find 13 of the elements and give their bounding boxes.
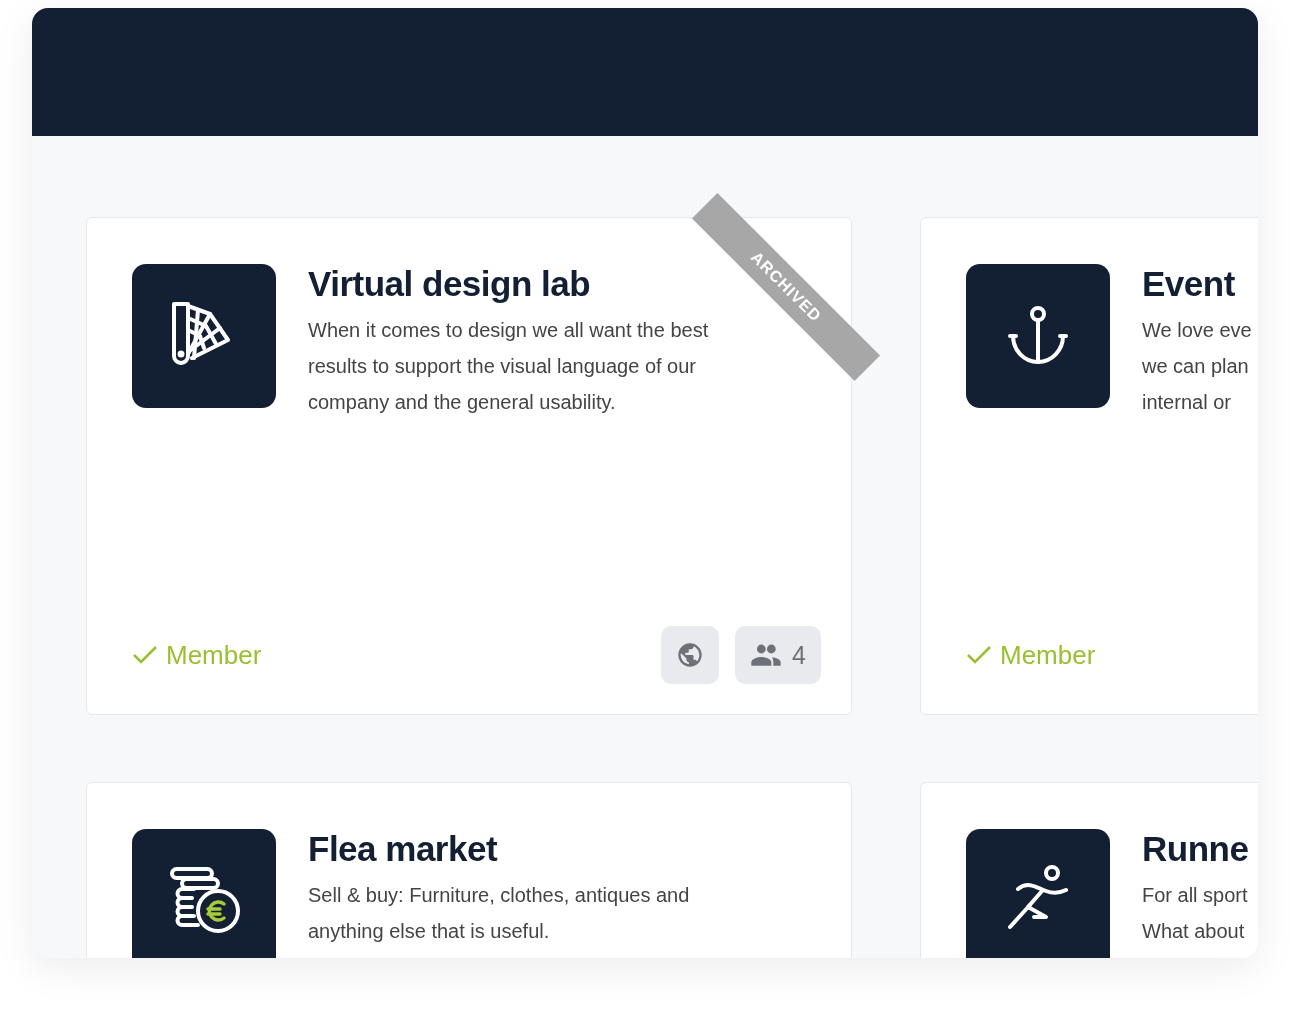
member-status: Member: [1000, 639, 1096, 671]
members-button[interactable]: 4: [735, 626, 821, 684]
card-title: Flea market: [308, 829, 498, 869]
group-card[interactable]: Flea market Sell & buy: Furniture, clothes, antiques and anything else that is useful.: [86, 782, 852, 958]
group-card[interactable]: Runne For all sport What about: [920, 782, 1258, 958]
card-title: Runne: [1142, 829, 1249, 869]
card-description: For all sport What about: [1142, 883, 1249, 944]
card-description: We love eve we can plan internal or: [1142, 318, 1253, 415]
card-title: Virtual design lab: [308, 264, 591, 304]
card-title: Event: [1142, 264, 1235, 304]
member-status: Member: [166, 639, 262, 671]
group-card[interactable]: Event We love eve we can plan internal or Member: [920, 217, 1258, 715]
card-description: Sell & buy: Furniture, clothes, antiques and anything else that is useful.: [308, 883, 691, 944]
